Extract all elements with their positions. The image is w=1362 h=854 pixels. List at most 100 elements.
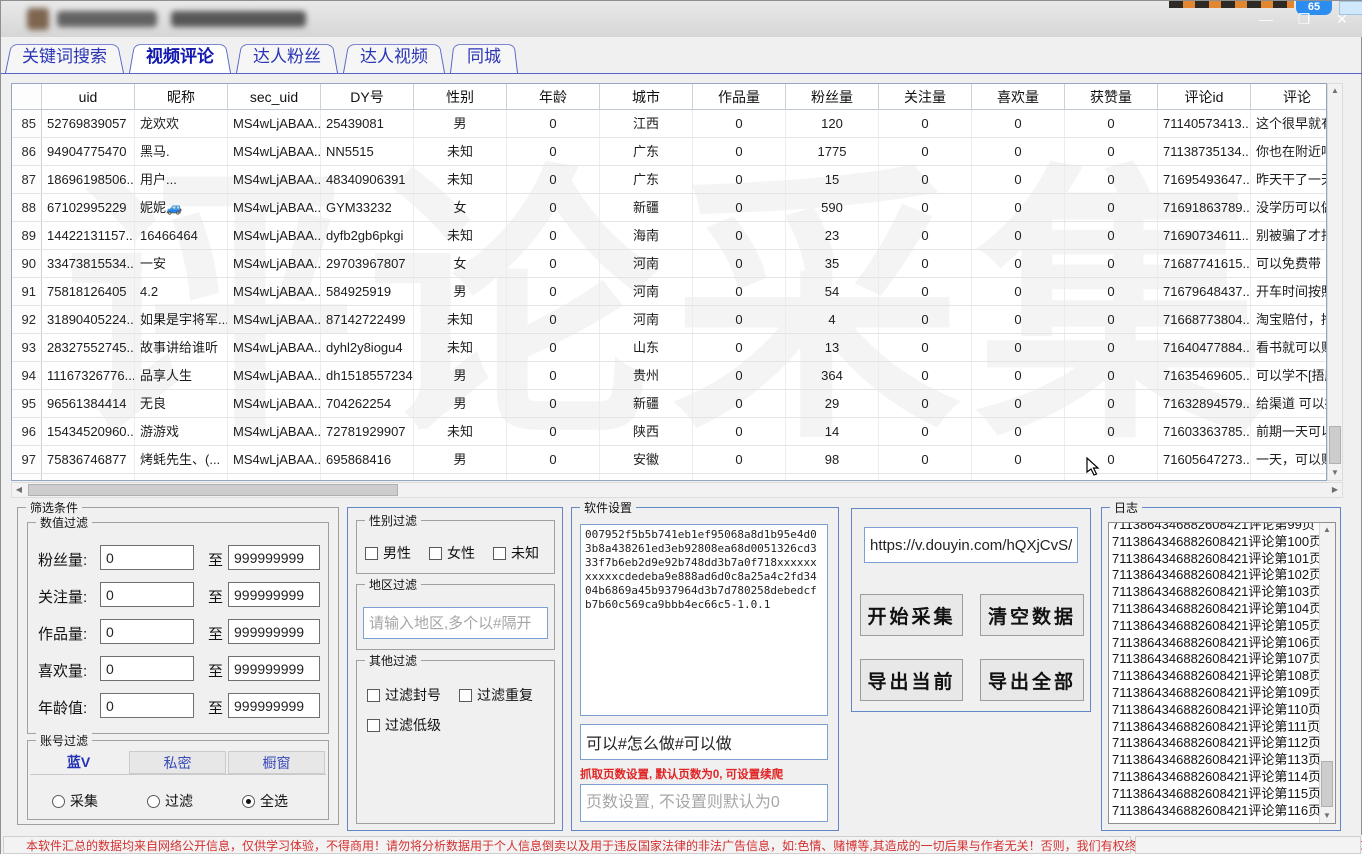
scroll-left-icon[interactable]: ◀ [12, 483, 26, 497]
account-tab-3[interactable]: 橱窗 [228, 751, 325, 774]
account-radio-2[interactable]: 过滤 [147, 791, 193, 811]
log-scroll-down-icon[interactable]: ▼ [1320, 809, 1334, 823]
column-header-7[interactable]: 城市 [600, 84, 693, 109]
column-header-10[interactable]: 关注量 [879, 84, 972, 109]
hscroll-thumb[interactable] [28, 484, 398, 496]
column-header-14[interactable]: 评论 [1251, 84, 1327, 109]
table-row[interactable]: 8867102995229妮妮🚙MS4wLjABAA...GYM33232女0新… [12, 194, 1326, 222]
column-header-1[interactable]: uid [42, 84, 135, 109]
column-header-9[interactable]: 粉丝量 [786, 84, 879, 109]
table-cell: 新疆 [600, 390, 693, 417]
column-header-13[interactable]: 评论id [1158, 84, 1251, 109]
table-cell: 你也在附近吗.. [1251, 138, 1327, 165]
column-header-11[interactable]: 喜欢量 [972, 84, 1065, 109]
other-checkbox-1[interactable]: 过滤封号 [367, 685, 441, 705]
other-filter-title: 其他过滤 [365, 652, 421, 669]
gender-checkbox-3[interactable]: 未知 [493, 543, 539, 563]
table-cell: 妮妮🚙 [135, 194, 228, 221]
numeric-filter-to-input[interactable] [228, 619, 320, 644]
close-button[interactable]: ✕ [1327, 9, 1357, 29]
page-count-input[interactable] [580, 784, 828, 822]
table-row[interactable]: 9615434520960...游游戏MS4wLjABAA...72781929… [12, 418, 1326, 446]
log-scroll-up-icon[interactable]: ▲ [1320, 523, 1334, 537]
log-scroll-thumb[interactable] [1321, 761, 1333, 807]
account-tab-2[interactable]: 私密 [129, 751, 226, 774]
column-header-12[interactable]: 获赞量 [1065, 84, 1158, 109]
table-vertical-scrollbar[interactable]: ▲ ▼ [1327, 83, 1343, 481]
table-cell: 0 [693, 418, 786, 445]
numeric-filter-from-input[interactable] [100, 693, 194, 718]
minimize-button[interactable]: — [1251, 9, 1281, 29]
gender-checkbox-1[interactable]: 男性 [365, 543, 411, 563]
numeric-filter-from-input[interactable] [100, 656, 194, 681]
table-cell: 无良 [135, 390, 228, 417]
export-all-button[interactable]: 导出全部 [980, 659, 1084, 701]
numeric-filter-to-input[interactable] [228, 693, 320, 718]
numeric-filter-to-input[interactable] [228, 545, 320, 570]
column-header-3[interactable]: sec_uid [228, 84, 321, 109]
tab-1[interactable]: 关键词搜索 [5, 41, 124, 73]
numeric-filter-label: 作品量: [38, 623, 87, 644]
table-row[interactable]: 8552769839057龙欢欢MS4wLjABAA...25439081男0江… [12, 110, 1326, 138]
video-url-input[interactable] [864, 527, 1078, 563]
account-radio-1[interactable]: 采集 [52, 791, 98, 811]
table-cell: 男 [414, 390, 507, 417]
scroll-down-icon[interactable]: ▼ [1328, 466, 1342, 480]
table-cell: 看书就可以赚钱 [1251, 334, 1327, 361]
column-header-8[interactable]: 作品量 [693, 84, 786, 109]
account-tab-1[interactable]: 蓝V [30, 751, 127, 774]
table-cell: 广东 [600, 474, 693, 481]
export-current-button[interactable]: 导出当前 [860, 659, 963, 701]
to-label: 至 [208, 586, 223, 607]
other-checkbox-2[interactable]: 过滤重复 [459, 685, 533, 705]
table-row[interactable]: 8694904775470黑马.MS4wLjABAA...NN5515未知0广东… [12, 138, 1326, 166]
column-header-4[interactable]: DY号 [321, 84, 414, 109]
start-collect-button[interactable]: 开始采集 [860, 594, 963, 636]
license-textarea[interactable]: 007952f5b5b741eb1ef95068a8d1b95e4d03b8a4… [580, 524, 828, 716]
tab-2[interactable]: 视频评论 [129, 41, 231, 73]
numeric-filter-from-input[interactable] [100, 582, 194, 607]
numeric-filter-title: 数值过滤 [36, 514, 92, 531]
table-row[interactable]: 9328327552745...故事讲给谁听MS4wLjABAA...dyhl2… [12, 334, 1326, 362]
keyword-rule-input[interactable] [580, 724, 828, 760]
region-input[interactable] [363, 607, 548, 639]
table-cell: 0 [879, 474, 972, 481]
table-cell: 0 [879, 418, 972, 445]
column-header-5[interactable]: 性别 [414, 84, 507, 109]
table-row[interactable]: 9231890405224...如果是宇将军...MS4wLjABAA...87… [12, 306, 1326, 334]
table-row[interactable]: 8914422131157...16466464MS4wLjABAA...dyf… [12, 222, 1326, 250]
numeric-filter-to-input[interactable] [228, 582, 320, 607]
log-listbox[interactable]: 7113864346882608421评论第99页711386434688260… [1108, 522, 1336, 824]
numeric-filter-from-input[interactable] [100, 545, 194, 570]
table-cell: 14422131157... [42, 222, 135, 249]
table-row[interactable]: 9898440083202七年&MS4wLjABAA...AMV_mai 03.… [12, 474, 1326, 481]
table-row[interactable]: 8718696198506...用户...MS4wLjABAA...483409… [12, 166, 1326, 194]
log-entry: 7113864346882608421评论第112页 [1112, 735, 1317, 752]
table-cell: 87142722499 [321, 306, 414, 333]
table-cell: MS4wLjABAA... [228, 334, 321, 361]
clear-data-button[interactable]: 清空数据 [980, 594, 1084, 636]
vscroll-thumb[interactable] [1329, 426, 1341, 464]
column-header-6[interactable]: 年龄 [507, 84, 600, 109]
table-row[interactable]: 9775836746877烤蚝先生、(...MS4wLjABAA...69586… [12, 446, 1326, 474]
scroll-right-icon[interactable]: ▶ [1328, 483, 1342, 497]
tab-4[interactable]: 达人视频 [343, 41, 445, 73]
log-scrollbar[interactable]: ▲ ▼ [1319, 523, 1335, 823]
scroll-up-icon[interactable]: ▲ [1328, 84, 1342, 98]
tab-5[interactable]: 同城 [450, 41, 518, 73]
table-row[interactable]: 9596561384414无良MS4wLjABAA...704262254男0新… [12, 390, 1326, 418]
other-checkbox-3[interactable]: 过滤低级 [367, 715, 441, 735]
table-row[interactable]: 91758181264054.2MS4wLjABAA...584925919男0… [12, 278, 1326, 306]
numeric-filter-to-input[interactable] [228, 656, 320, 681]
row-number: 97 [12, 446, 42, 473]
region-filter-title: 地区过滤 [365, 576, 421, 593]
tab-3[interactable]: 达人粉丝 [236, 41, 338, 73]
table-horizontal-scrollbar[interactable]: ◀ ▶ [11, 482, 1343, 498]
gender-checkbox-2[interactable]: 女性 [429, 543, 475, 563]
numeric-filter-from-input[interactable] [100, 619, 194, 644]
table-row[interactable]: 9033473815534...一安MS4wLjABAA...297039678… [12, 250, 1326, 278]
column-header-2[interactable]: 昵称 [135, 84, 228, 109]
maximize-button[interactable]: ❐ [1289, 9, 1319, 29]
account-radio-3[interactable]: 全选 [242, 791, 288, 811]
table-row[interactable]: 9411167326776...品享人生MS4wLjABAA...dh15185… [12, 362, 1326, 390]
